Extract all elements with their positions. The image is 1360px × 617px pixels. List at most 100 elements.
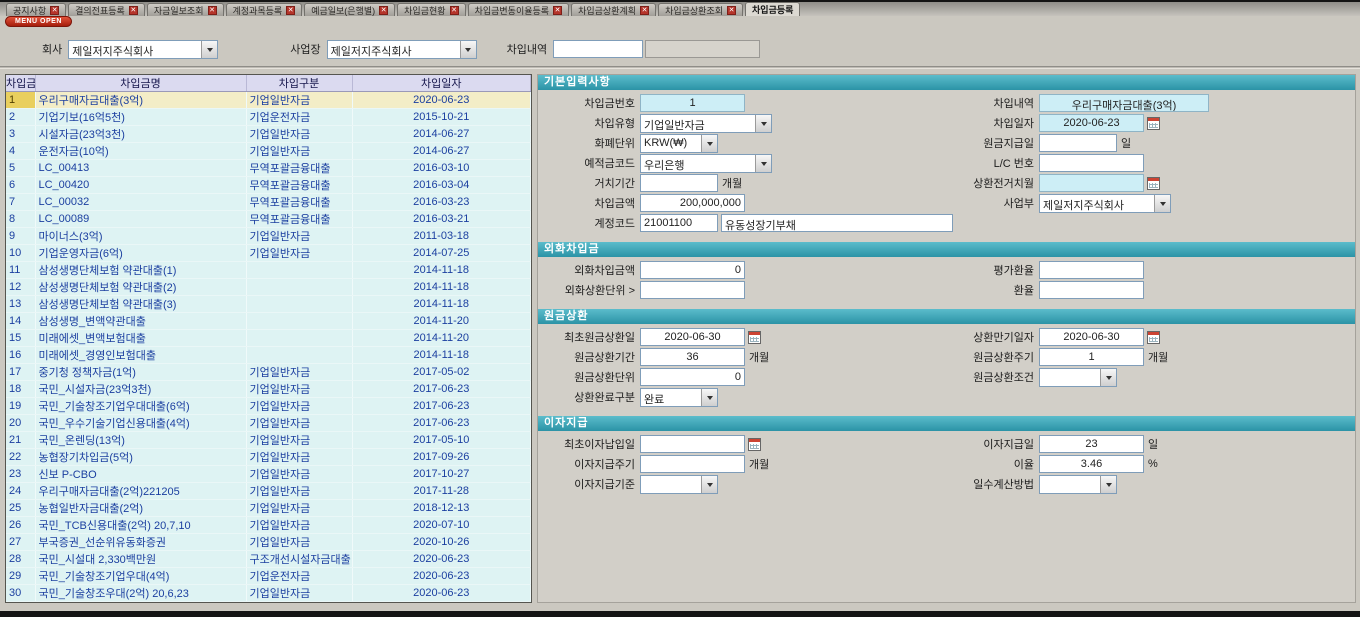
workplace-select[interactable]: 제일저지주식회사 bbox=[327, 40, 477, 59]
tab-item[interactable]: 결의전표등록 bbox=[68, 3, 145, 16]
principal-repay-unit-field[interactable]: 0 bbox=[640, 368, 745, 386]
fx-amount-field[interactable]: 0 bbox=[640, 261, 745, 279]
account-code-field[interactable]: 21001100 bbox=[640, 214, 718, 232]
calendar-icon[interactable] bbox=[1147, 117, 1160, 130]
interest-pay-day-field[interactable]: 23 bbox=[1039, 435, 1144, 453]
chevron-down-icon[interactable] bbox=[1100, 476, 1116, 493]
company-select[interactable]: 제일저지주식회사 bbox=[68, 40, 218, 59]
loan-desc-field[interactable]: 우리구매자금대출(3억) bbox=[1039, 94, 1209, 112]
calendar-icon[interactable] bbox=[1147, 177, 1160, 190]
grid-row[interactable]: 11삼성생명단체보험 약관대출(1)2014-11-18 bbox=[6, 262, 531, 279]
lc-number-field[interactable] bbox=[1039, 154, 1144, 172]
grid-row[interactable]: 26국민_TCB신용대출(2억) 20,7,10기업일반자금2020-07-10 bbox=[6, 517, 531, 534]
grid-row[interactable]: 4운전자금(10억)기업일반자금2014-06-27 bbox=[6, 143, 531, 160]
tab-item[interactable]: 공지사항 bbox=[6, 3, 66, 16]
tab-item[interactable]: 계정과목등록 bbox=[226, 3, 303, 16]
grid-row[interactable]: 16미래에셋_경영인보험대출2014-11-18 bbox=[6, 347, 531, 364]
grid-row[interactable]: 28국민_시설대 2,330백만원구조개선시설자금대출2020-06-23 bbox=[6, 551, 531, 568]
grid-row[interactable]: 18국민_시설자금(23억3천)기업일반자금2017-06-23 bbox=[6, 381, 531, 398]
tab-close-icon[interactable] bbox=[450, 6, 459, 15]
grid-row[interactable]: 14삼성생명_변액약관대출2014-11-20 bbox=[6, 313, 531, 330]
account-name-field[interactable]: 유동성장기부채 bbox=[721, 214, 953, 232]
repay-complete-select[interactable]: 완료 bbox=[640, 388, 718, 407]
loan-date-field[interactable]: 2020-06-23 bbox=[1039, 114, 1144, 132]
grace-period-field[interactable] bbox=[640, 174, 718, 192]
grid-row[interactable]: 2기업기보(16억5천)기업운전자금2015-10-21 bbox=[6, 109, 531, 126]
grid-row[interactable]: 29국민_기술창조기업우대(4억)기업운전자금2020-06-23 bbox=[6, 568, 531, 585]
calendar-icon[interactable] bbox=[1147, 331, 1160, 344]
division-select[interactable]: 제일저지주식회사 bbox=[1039, 194, 1171, 213]
maturity-date-field[interactable]: 2020-06-30 bbox=[1039, 328, 1144, 346]
loan-type-select[interactable]: 기업일반자금 bbox=[640, 114, 772, 133]
grid-row[interactable]: 12삼성생명단체보험 약관대출(2)2014-11-18 bbox=[6, 279, 531, 296]
interest-rate-field[interactable]: 3.46 bbox=[1039, 455, 1144, 473]
grid-row[interactable]: 6LC_00420무역포괄금융대출2016-03-04 bbox=[6, 177, 531, 194]
principal-repay-condition-select[interactable] bbox=[1039, 368, 1117, 387]
chevron-down-icon[interactable] bbox=[201, 41, 217, 58]
loan-amount-field[interactable]: 200,000,000 bbox=[640, 194, 745, 212]
fx-repay-unit-field[interactable] bbox=[640, 281, 745, 299]
first-principal-repay-date-field[interactable]: 2020-06-30 bbox=[640, 328, 745, 346]
chevron-down-icon[interactable] bbox=[1100, 369, 1116, 386]
tab-close-icon[interactable] bbox=[640, 6, 649, 15]
tab-item[interactable]: 차입금상환계획 bbox=[571, 3, 656, 16]
principal-repay-cycle-field[interactable]: 1 bbox=[1039, 348, 1144, 366]
chevron-down-icon[interactable] bbox=[755, 115, 771, 132]
chevron-down-icon[interactable] bbox=[755, 155, 771, 172]
col-header-loan-type[interactable]: 차입구분 bbox=[246, 75, 352, 92]
tab-close-icon[interactable] bbox=[50, 6, 59, 15]
grid-row[interactable]: 24우리구매자금대출(2억)221205기업일반자금2017-11-28 bbox=[6, 483, 531, 500]
interest-basis-select[interactable] bbox=[640, 475, 718, 494]
grid-row[interactable]: 8LC_00089무역포괄금융대출2016-03-21 bbox=[6, 211, 531, 228]
grid-row[interactable]: 5LC_00413무역포괄금융대출2016-03-10 bbox=[6, 160, 531, 177]
eval-rate-field[interactable] bbox=[1039, 261, 1144, 279]
tab-item[interactable]: 차입금현황 bbox=[397, 3, 465, 16]
tab-item[interactable]: 예금일보(은행별) bbox=[304, 3, 395, 16]
tab-active[interactable]: 차입금등록 bbox=[745, 2, 800, 16]
col-header-loan-code[interactable]: 차입금코드 bbox=[6, 75, 35, 92]
grid-row[interactable]: 7LC_00032무역포괄금융대출2016-03-23 bbox=[6, 194, 531, 211]
grid-row[interactable]: 23신보 P-CBO기업일반자금2017-10-27 bbox=[6, 466, 531, 483]
chevron-down-icon[interactable] bbox=[701, 389, 717, 406]
grid-row[interactable]: 15미래에셋_변액보험대출2014-11-20 bbox=[6, 330, 531, 347]
grid-row[interactable]: 9마이너스(3억)기업일반자금2011-03-18 bbox=[6, 228, 531, 245]
loan-no-field[interactable]: 1 bbox=[640, 94, 745, 112]
currency-select[interactable]: KRW(₩) bbox=[640, 134, 718, 153]
chevron-down-icon[interactable] bbox=[701, 476, 717, 493]
grid-row[interactable]: 30국민_기술창조우대(2억) 20,6,23기업일반자금2020-06-23 bbox=[6, 585, 531, 602]
grid-row[interactable]: 17중기청 정책자금(1억)기업일반자금2017-05-02 bbox=[6, 364, 531, 381]
tab-close-icon[interactable] bbox=[129, 6, 138, 15]
calendar-icon[interactable] bbox=[748, 331, 761, 344]
tab-item[interactable]: 차입금변동이율등록 bbox=[468, 3, 570, 16]
grid-row[interactable]: 3시설자금(23억3천)기업일반자금2014-06-27 bbox=[6, 126, 531, 143]
grid-row[interactable]: 27부국증권_선순위유동화증권기업일반자금2020-10-26 bbox=[6, 534, 531, 551]
first-interest-pay-date-field[interactable] bbox=[640, 435, 745, 453]
chevron-down-icon[interactable] bbox=[460, 41, 476, 58]
grid-row[interactable]: 1우리구매자금대출(3억)기업일반자금2020-06-23 bbox=[6, 92, 531, 109]
grid-row[interactable]: 20국민_우수기술기업신용대출(4억)기업일반자금2017-06-23 bbox=[6, 415, 531, 432]
deposit-code-select[interactable]: 우리은행 bbox=[640, 154, 772, 173]
tab-close-icon[interactable] bbox=[286, 6, 295, 15]
tab-close-icon[interactable] bbox=[553, 6, 562, 15]
pre-repay-month-field[interactable] bbox=[1039, 174, 1144, 192]
menu-open-button[interactable]: MENU OPEN bbox=[5, 16, 72, 27]
grid-row[interactable]: 31국민_온렌딩 (13억) 20,03,16기업일반자금2020-03-16 bbox=[6, 602, 531, 604]
grid-row[interactable]: 19국민_기술창조기업우대대출(6억)기업일반자금2017-06-23 bbox=[6, 398, 531, 415]
exchange-rate-field[interactable] bbox=[1039, 281, 1144, 299]
calendar-icon[interactable] bbox=[748, 438, 761, 451]
principal-pay-day-field[interactable] bbox=[1039, 134, 1117, 152]
chevron-down-icon[interactable] bbox=[701, 135, 717, 152]
chevron-down-icon[interactable] bbox=[1154, 195, 1170, 212]
loan-detail-input[interactable] bbox=[553, 40, 643, 58]
col-header-loan-date[interactable]: 차입일자 bbox=[352, 75, 531, 92]
tab-close-icon[interactable] bbox=[379, 6, 388, 15]
tab-close-icon[interactable] bbox=[727, 6, 736, 15]
principal-repay-period-field[interactable]: 36 bbox=[640, 348, 745, 366]
tab-item[interactable]: 차입금상환조회 bbox=[658, 3, 743, 16]
tab-item[interactable]: 자금일보조회 bbox=[147, 3, 224, 16]
col-header-loan-name[interactable]: 차입금명 bbox=[35, 75, 246, 92]
grid-row[interactable]: 21국민_온렌딩(13억)기업일반자금2017-05-10 bbox=[6, 432, 531, 449]
grid-row[interactable]: 10기업운영자금(6억)기업일반자금2014-07-25 bbox=[6, 245, 531, 262]
day-count-method-select[interactable] bbox=[1039, 475, 1117, 494]
grid-row[interactable]: 13삼성생명단체보험 약관대출(3)2014-11-18 bbox=[6, 296, 531, 313]
